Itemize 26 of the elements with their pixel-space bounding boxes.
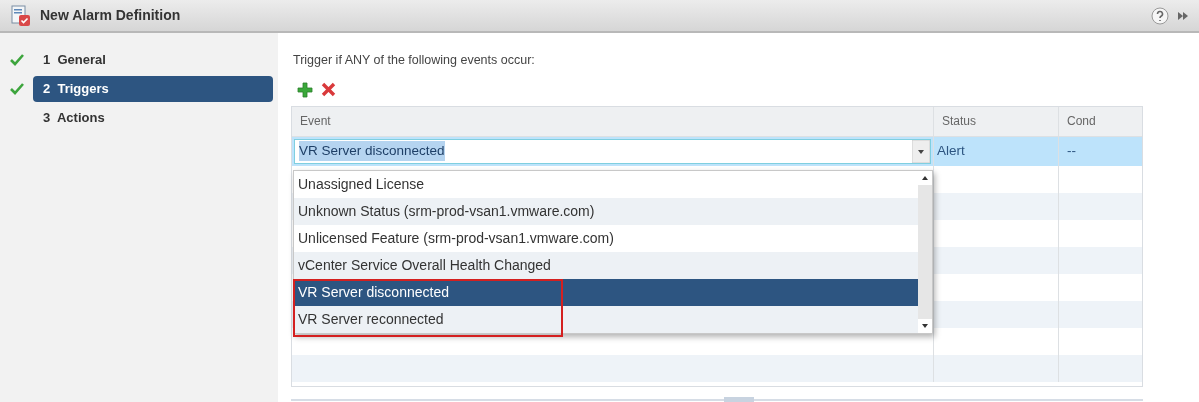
table-cell-text: --	[1066, 142, 1077, 161]
window-title: New Alarm Definition	[40, 6, 181, 25]
column-header: Cond	[1066, 113, 1097, 131]
dropdown-arrow-icon[interactable]	[912, 139, 930, 163]
dropdown-option[interactable]: Unknown Status (srm-prod-vsan1.vmware.com)	[294, 197, 918, 225]
scroll-up-icon[interactable]	[918, 170, 932, 185]
event-select[interactable]: VR Server disconnected	[294, 138, 931, 164]
wizard-step[interactable]: 1 General	[33, 47, 273, 73]
add-icon[interactable]	[297, 81, 313, 98]
column-header: Status	[934, 106, 1059, 136]
table-cell: Alert	[934, 136, 1059, 166]
wizard-step[interactable]: 3 Actions	[33, 105, 273, 131]
column-header: Event	[292, 106, 934, 136]
table-row[interactable]: VR Server disconnected Alert --	[292, 136, 1142, 166]
scrollbar[interactable]	[918, 170, 932, 333]
fast-forward-icon[interactable]	[1177, 9, 1189, 22]
dropdown-option[interactable]: VR Server reconnected	[294, 305, 918, 333]
scroll-down-icon[interactable]	[918, 318, 932, 333]
dropdown-option[interactable]: vCenter Service Overall Health Changed	[294, 251, 918, 279]
resize-handle[interactable]	[724, 396, 754, 402]
wizard-step[interactable]: 2 Triggers	[33, 76, 273, 102]
dropdown-option[interactable]: Unassigned License	[294, 170, 918, 198]
delete-icon[interactable]	[321, 82, 336, 98]
alarm-document-icon	[10, 4, 32, 27]
trigger-heading: Trigger if ANY of the following events occur:	[293, 52, 536, 69]
help-icon[interactable]	[1151, 6, 1169, 25]
